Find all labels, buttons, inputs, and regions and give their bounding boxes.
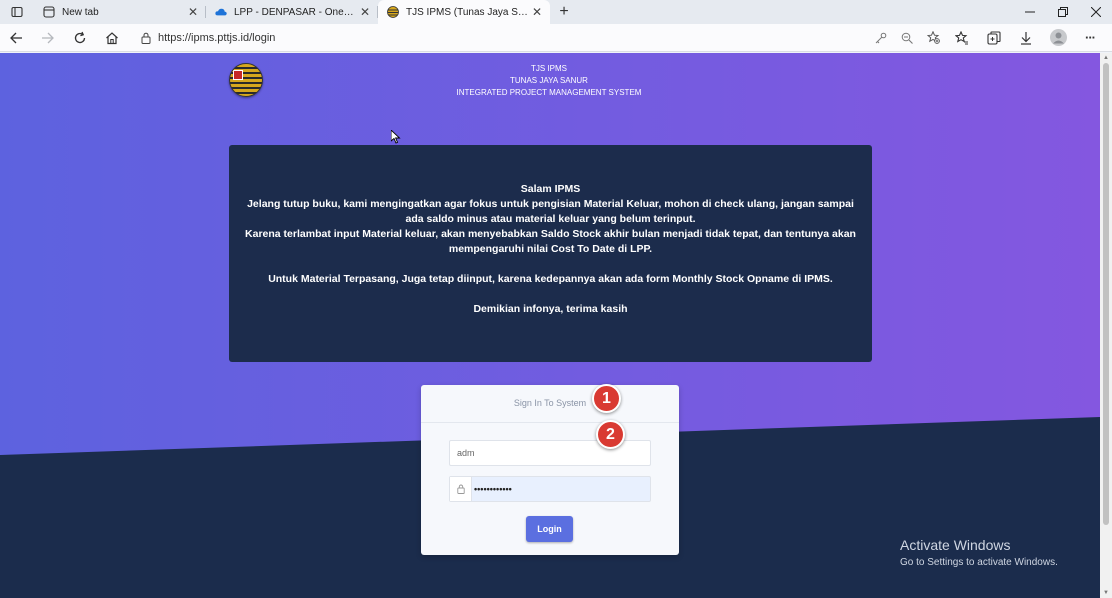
address-bar-actions	[868, 31, 946, 44]
window-controls	[1013, 0, 1112, 24]
downloads-button[interactable]	[1010, 31, 1042, 45]
home-button[interactable]	[96, 25, 128, 51]
tab-actions-button[interactable]	[0, 0, 34, 24]
scroll-down-arrow-icon[interactable]: ▼	[1103, 590, 1109, 596]
minimize-button[interactable]	[1013, 0, 1046, 24]
restore-icon	[1057, 7, 1068, 17]
settings-more-button[interactable]: ···	[1074, 30, 1106, 45]
login-card-title: Sign In To System	[513, 398, 587, 408]
lock-icon	[450, 477, 472, 501]
scroll-up-arrow-icon[interactable]: ▲	[1103, 55, 1109, 61]
browser-toolbar: https://ipms.pttjs.id/login ···	[0, 24, 1112, 52]
tab-title: LPP - DENPASAR - OneDrive	[234, 6, 358, 18]
lock-icon[interactable]	[134, 32, 158, 44]
tab-close-icon[interactable]: ✕	[186, 5, 200, 19]
announcement-panel: Salam IPMS Jelang tutup buku, kami mengi…	[229, 145, 872, 362]
star-add-icon	[926, 31, 940, 44]
back-button[interactable]	[0, 25, 32, 51]
password-input[interactable]: ••••••••••••	[449, 476, 651, 502]
annotation-badge-2: 2	[596, 420, 625, 449]
refresh-icon	[74, 31, 86, 43]
announcement-paragraph-1: Jelang tutup buku, kami mengingatkan aga…	[247, 198, 854, 225]
announcement-paragraph-3: Untuk Material Terpasang, Juga tetap dii…	[268, 273, 833, 285]
watermark-title: Activate Windows	[900, 537, 1011, 553]
login-button[interactable]: Login	[526, 516, 573, 542]
password-masked-value: ••••••••••••	[474, 484, 512, 494]
back-arrow-icon	[10, 32, 22, 43]
announcement-paragraph-2: Karena terlambat input Material keluar, …	[245, 228, 856, 255]
close-icon	[1090, 7, 1101, 17]
announcement-title: Salam IPMS	[520, 183, 581, 195]
scrollbar-thumb[interactable]	[1103, 63, 1109, 525]
tab-close-icon[interactable]: ✕	[358, 5, 372, 19]
tab-title: New tab	[62, 6, 99, 18]
profile-button[interactable]	[1042, 29, 1074, 46]
new-tab-page-icon	[43, 6, 55, 18]
login-card: Sign In To System adm •••••••••••• Login	[421, 385, 679, 555]
company-logo	[229, 63, 263, 97]
announcement-closing: Demikian infonya, terima kasih	[473, 303, 628, 315]
header-company-name: TUNAS JAYA SANUR	[510, 76, 588, 85]
tab-tjs-ipms[interactable]: TJS IPMS (Tunas Jaya Sanur Integrated Pr…	[378, 0, 550, 24]
page-viewport: TJS IPMS TUNAS JAYA SANUR INTEGRATED PRO…	[0, 53, 1100, 598]
address-bar[interactable]: https://ipms.pttjs.id/login	[134, 27, 864, 49]
tab-close-icon[interactable]: ✕	[530, 5, 544, 19]
forward-button[interactable]	[32, 25, 64, 51]
plus-icon: +	[559, 3, 569, 20]
new-tab-button[interactable]: +	[550, 0, 578, 24]
url-text: https://ipms.pttjs.id/login	[158, 31, 276, 44]
more-dots-icon: ···	[1085, 30, 1096, 45]
tab-actions-icon	[11, 6, 23, 18]
restore-button[interactable]	[1046, 0, 1079, 24]
key-icon	[875, 32, 887, 43]
close-window-button[interactable]	[1079, 0, 1112, 24]
tjs-logo-icon	[387, 6, 399, 18]
zoom-out-icon	[901, 32, 913, 44]
windows-activation-watermark: Activate Windows Go to Settings to activ…	[900, 537, 1058, 568]
refresh-button[interactable]	[64, 25, 96, 51]
zoom-button[interactable]	[894, 32, 920, 44]
password-key-button[interactable]	[868, 32, 894, 44]
favorites-button[interactable]	[946, 30, 978, 45]
watermark-subtitle: Go to Settings to activate Windows.	[900, 557, 1058, 568]
collections-icon	[987, 30, 1001, 45]
tab-new-tab[interactable]: New tab ✕	[34, 0, 206, 24]
site-header: TJS IPMS TUNAS JAYA SANUR INTEGRATED PRO…	[400, 63, 698, 99]
tab-title: TJS IPMS (Tunas Jaya Sanur Integrated Pr…	[406, 6, 530, 18]
forward-arrow-icon	[42, 32, 54, 43]
annotation-badge-1: 1	[592, 384, 621, 413]
browser-toolbar-icons: ···	[946, 29, 1112, 46]
header-app-name: TJS IPMS	[530, 64, 567, 73]
tab-onedrive[interactable]: LPP - DENPASAR - OneDrive ✕	[206, 0, 378, 24]
browser-tab-strip: New tab ✕ LPP - DENPASAR - OneDrive ✕ TJ…	[0, 0, 1112, 24]
onedrive-cloud-icon	[215, 6, 227, 18]
mouse-cursor	[390, 128, 401, 144]
card-divider	[421, 422, 679, 423]
home-icon	[106, 31, 118, 44]
collections-button[interactable]	[978, 30, 1010, 45]
page-scrollbar[interactable]: ▲ ▼	[1100, 53, 1112, 598]
favorites-star-list-icon	[955, 30, 968, 44]
header-system-name: INTEGRATED PROJECT MANAGEMENT SYSTEM	[456, 88, 642, 97]
download-icon	[1021, 31, 1031, 45]
profile-avatar-icon	[1049, 29, 1067, 46]
minimize-icon	[1024, 11, 1035, 13]
username-value: adm	[457, 448, 475, 458]
add-favorite-button[interactable]	[920, 31, 946, 44]
